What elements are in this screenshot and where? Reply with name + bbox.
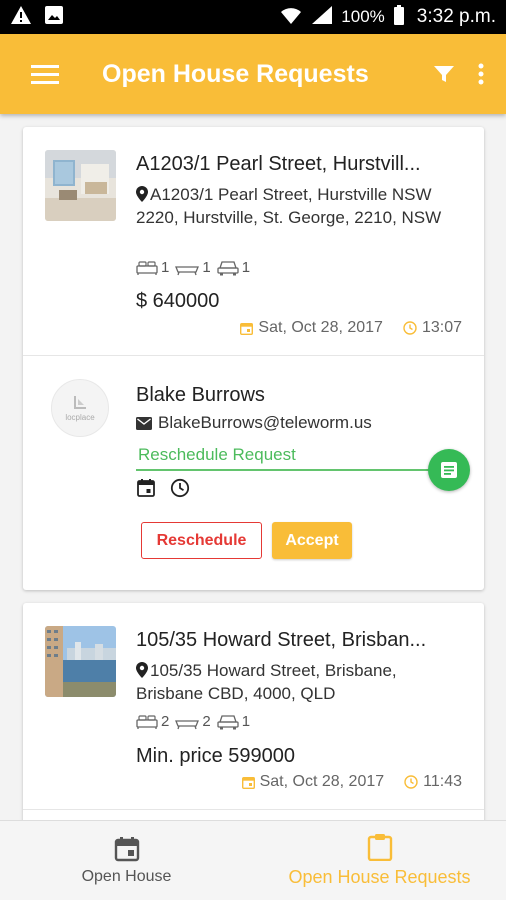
request-card: 105/35 Howard Street, Brisban... 105/35 … bbox=[23, 603, 484, 820]
image-icon bbox=[44, 5, 64, 30]
signal-icon bbox=[311, 5, 333, 30]
car-icon bbox=[217, 714, 239, 729]
requester-section: locplace Blake Burrows BlakeBurrows@tele… bbox=[23, 356, 484, 590]
email-icon bbox=[136, 416, 152, 430]
requester-name: Blake Burrows bbox=[136, 384, 265, 406]
request-card: A1203/1 Pearl Street, Hurstvill... A1203… bbox=[23, 127, 484, 590]
bathroom-count: 2 bbox=[202, 713, 211, 730]
bedroom-count: 1 bbox=[161, 259, 170, 276]
listing-features: 1 1 1 bbox=[136, 259, 254, 276]
page-title: Open House Requests bbox=[102, 59, 369, 88]
car-icon bbox=[217, 260, 239, 275]
clock-icon bbox=[170, 478, 190, 498]
bedroom-count: 2 bbox=[161, 713, 170, 730]
listing-title: 105/35 Howard Street, Brisban... bbox=[136, 629, 427, 651]
clock-icon bbox=[404, 775, 418, 789]
hamburger-icon bbox=[31, 65, 59, 84]
bath-icon bbox=[175, 719, 200, 729]
request-datetime bbox=[136, 478, 190, 498]
listing-price: Min. price 599000 bbox=[136, 745, 295, 767]
parking-count: 1 bbox=[241, 713, 251, 730]
calendar-icon bbox=[240, 322, 254, 335]
listing-thumbnail bbox=[45, 150, 116, 221]
request-type-label: Reschedule Request bbox=[138, 445, 296, 464]
listing-summary[interactable]: A1203/1 Pearl Street, Hurstvill... A1203… bbox=[23, 127, 484, 355]
filter-icon bbox=[434, 66, 454, 82]
listing-features: 2 2 1 bbox=[136, 713, 254, 730]
battery-icon bbox=[393, 4, 405, 30]
request-details-button[interactable] bbox=[428, 449, 470, 491]
clock-icon bbox=[403, 321, 417, 335]
clipboard-icon bbox=[367, 834, 392, 861]
app-bar: Open House Requests bbox=[0, 34, 506, 114]
locplace-logo-icon bbox=[74, 395, 86, 409]
listing-address: 105/35 Howard Street, Brisbane, Brisbane… bbox=[136, 661, 397, 703]
note-icon bbox=[441, 462, 457, 478]
request-status-line bbox=[136, 469, 438, 471]
calendar-icon bbox=[241, 776, 255, 789]
listing-schedule: Sat, Oct 28, 2017 11:43 bbox=[241, 773, 462, 791]
warning-icon bbox=[10, 5, 32, 30]
clock: 3:32 p.m. bbox=[416, 6, 496, 27]
listing-title: A1203/1 Pearl Street, Hurstvill... bbox=[136, 153, 421, 175]
listing-date: Sat, Oct 28, 2017 bbox=[258, 319, 383, 336]
nav-open-house-requests[interactable]: Open House Requests bbox=[253, 821, 506, 900]
avatar-label: locplace bbox=[65, 412, 95, 422]
nav-label: Open House bbox=[81, 867, 172, 885]
requester-email: BlakeBurrows@teleworm.us bbox=[136, 413, 372, 433]
listing-schedule: Sat, Oct 28, 2017 13:07 bbox=[240, 319, 462, 337]
avatar: locplace bbox=[51, 379, 109, 437]
calendar-icon bbox=[137, 479, 155, 497]
listing-date: Sat, Oct 28, 2017 bbox=[259, 773, 385, 790]
bathroom-count: 1 bbox=[202, 259, 211, 276]
request-list: A1203/1 Pearl Street, Hurstvill... A1203… bbox=[0, 114, 506, 820]
nav-label: Open House Requests bbox=[288, 867, 471, 887]
reschedule-button[interactable]: Reschedule bbox=[141, 522, 262, 559]
bath-icon bbox=[175, 265, 200, 275]
battery-level: 100% bbox=[341, 7, 385, 26]
listing-thumbnail bbox=[45, 626, 116, 697]
bed-icon bbox=[136, 714, 158, 729]
more-vert-icon bbox=[478, 63, 484, 85]
location-pin-icon bbox=[136, 662, 148, 678]
calendar-icon bbox=[114, 836, 139, 861]
more-options-button[interactable] bbox=[464, 34, 498, 114]
listing-price: $ 640000 bbox=[136, 290, 220, 312]
filter-button[interactable] bbox=[424, 34, 464, 114]
listing-time: 11:43 bbox=[423, 773, 462, 790]
listing-address: A1203/1 Pearl Street, Hurstville NSW 222… bbox=[136, 185, 442, 227]
parking-count: 1 bbox=[241, 259, 251, 276]
listing-time: 13:07 bbox=[421, 319, 462, 336]
menu-button[interactable] bbox=[0, 34, 90, 114]
status-bar: 100% 3:32 p.m. bbox=[0, 0, 506, 34]
bed-icon bbox=[136, 260, 158, 275]
listing-summary[interactable]: 105/35 Howard Street, Brisban... 105/35 … bbox=[23, 603, 484, 820]
bottom-navigation: Open House Open House Requests bbox=[0, 820, 506, 900]
wifi-icon bbox=[279, 5, 303, 30]
location-pin-icon bbox=[136, 186, 148, 202]
divider bbox=[23, 809, 484, 810]
accept-button[interactable]: Accept bbox=[272, 522, 352, 559]
nav-open-house[interactable]: Open House bbox=[0, 821, 253, 900]
